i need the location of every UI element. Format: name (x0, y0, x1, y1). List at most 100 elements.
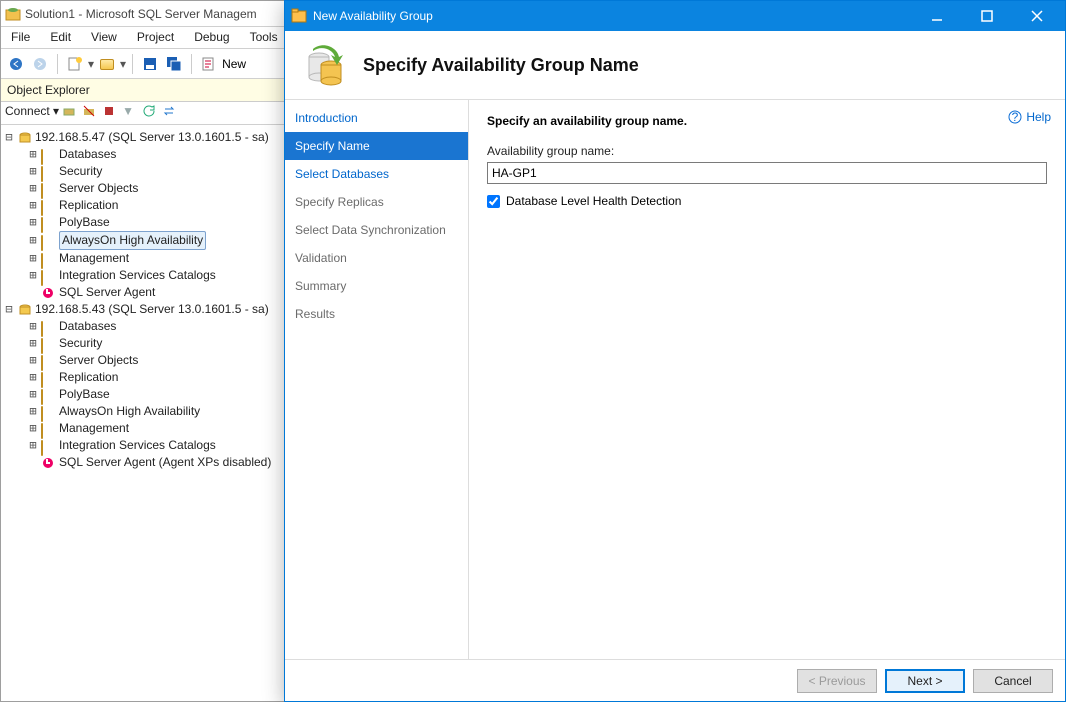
tree-label: AlwaysOn High Availability (59, 403, 200, 420)
dialog-body: IntroductionSpecify NameSelect Databases… (285, 100, 1065, 659)
expand-icon[interactable]: ⊞ (27, 386, 39, 403)
expand-icon[interactable]: ⊞ (27, 214, 39, 231)
expand-icon[interactable]: ⊞ (27, 163, 39, 180)
folder-icon (41, 371, 57, 385)
folder-icon (41, 388, 57, 402)
expand-icon[interactable]: ⊞ (27, 146, 39, 163)
wizard-step: Specify Name (285, 132, 468, 160)
next-button[interactable]: Next > (885, 669, 965, 693)
help-icon: ? (1008, 110, 1022, 124)
tree-label: Replication (59, 369, 118, 386)
expand-icon[interactable]: ⊞ (27, 369, 39, 386)
separator (132, 54, 133, 74)
tree-label: Security (59, 163, 102, 180)
folder-icon (41, 182, 57, 196)
disconnect-icon[interactable] (82, 104, 100, 122)
new-project-icon[interactable] (64, 53, 86, 75)
connect-label[interactable]: Connect ▾ (5, 104, 59, 118)
tree-label: Databases (59, 146, 116, 163)
dialog-titlebar[interactable]: New Availability Group (285, 1, 1065, 31)
open-icon[interactable] (96, 53, 118, 75)
save-icon[interactable] (139, 53, 161, 75)
connect-icon[interactable] (62, 104, 80, 122)
dialog-icon (291, 8, 307, 24)
chevron-down-icon[interactable]: ▾ (120, 57, 126, 71)
wizard-steps: IntroductionSpecify NameSelect Databases… (285, 100, 469, 659)
expand-icon[interactable]: ⊞ (27, 197, 39, 214)
wizard-step[interactable]: Select Databases (285, 160, 468, 188)
nav-fwd-icon[interactable] (29, 53, 51, 75)
collapse-icon[interactable]: ⊟ (3, 301, 15, 318)
expand-icon[interactable]: ⊞ (27, 180, 39, 197)
close-button[interactable] (1015, 2, 1059, 30)
expand-icon[interactable]: ⊞ (27, 403, 39, 420)
expand-icon[interactable]: ⊞ (27, 232, 39, 249)
menu-edit[interactable]: Edit (40, 27, 81, 48)
agent-icon (41, 286, 57, 300)
new-query-label[interactable]: New (222, 57, 246, 71)
cancel-button[interactable]: Cancel (973, 669, 1053, 693)
maximize-button[interactable] (965, 2, 1009, 30)
tree-label: PolyBase (59, 386, 110, 403)
folder-icon (41, 216, 57, 230)
menu-tools[interactable]: Tools (240, 27, 288, 48)
tree-label: SQL Server Agent (59, 284, 155, 301)
folder-icon (41, 234, 57, 248)
tree-label: Databases (59, 318, 116, 335)
stop-icon[interactable] (102, 104, 120, 122)
menu-view[interactable]: View (81, 27, 127, 48)
tree-label: Integration Services Catalogs (59, 437, 216, 454)
expand-icon[interactable]: ⊞ (27, 250, 39, 267)
menu-project[interactable]: Project (127, 27, 184, 48)
folder-icon (41, 148, 57, 162)
wizard-icon (301, 41, 349, 89)
ag-name-input[interactable] (487, 162, 1047, 184)
save-all-icon[interactable] (163, 53, 185, 75)
agent-icon (41, 456, 57, 470)
db-health-checkbox[interactable] (487, 195, 500, 208)
new-query-icon[interactable] (198, 53, 220, 75)
tree-label: Security (59, 335, 102, 352)
form-subtitle: Specify an availability group name. (487, 114, 1047, 128)
previous-button[interactable]: < Previous (797, 669, 877, 693)
refresh-icon[interactable] (142, 104, 160, 122)
menu-debug[interactable]: Debug (184, 27, 239, 48)
tree-label: Server Objects (59, 352, 138, 369)
expand-icon[interactable]: ⊞ (27, 420, 39, 437)
dialog-footer: < Previous Next > Cancel (285, 659, 1065, 701)
minimize-button[interactable] (915, 2, 959, 30)
folder-icon (41, 269, 57, 283)
nav-back-icon[interactable] (5, 53, 27, 75)
tree-label: Server Objects (59, 180, 138, 197)
menu-file[interactable]: File (1, 27, 40, 48)
wizard-step: Validation (285, 244, 468, 272)
tree-label: AlwaysOn High Availability (59, 231, 206, 250)
folder-icon (41, 199, 57, 213)
chevron-down-icon[interactable]: ▾ (88, 57, 94, 71)
server-icon (17, 303, 33, 317)
server-label: 192.168.5.47 (SQL Server 13.0.1601.5 - s… (35, 129, 269, 146)
wizard-content: ? Help Specify an availability group nam… (469, 100, 1065, 659)
expand-icon[interactable]: ⊞ (27, 437, 39, 454)
tree-label: Replication (59, 197, 118, 214)
wizard-step[interactable]: Introduction (285, 104, 468, 132)
dialog-title-text: New Availability Group (313, 9, 433, 23)
svg-text:?: ? (1012, 110, 1019, 124)
expand-icon[interactable]: ⊞ (27, 335, 39, 352)
ssms-icon (5, 6, 21, 22)
sync-icon[interactable] (162, 104, 180, 122)
server-icon (17, 131, 33, 145)
collapse-icon[interactable]: ⊟ (3, 129, 15, 146)
folder-icon (41, 165, 57, 179)
folder-icon (41, 405, 57, 419)
expand-icon[interactable]: ⊞ (27, 318, 39, 335)
separator (191, 54, 192, 74)
expand-icon[interactable]: ⊞ (27, 352, 39, 369)
db-health-label: Database Level Health Detection (506, 194, 681, 208)
server-label: 192.168.5.43 (SQL Server 13.0.1601.5 - s… (35, 301, 269, 318)
dialog-header: Specify Availability Group Name (285, 31, 1065, 100)
folder-icon (41, 422, 57, 436)
help-link[interactable]: ? Help (1008, 110, 1051, 124)
expand-icon[interactable]: ⊞ (27, 267, 39, 284)
filter-icon[interactable]: ▼ (122, 104, 140, 122)
